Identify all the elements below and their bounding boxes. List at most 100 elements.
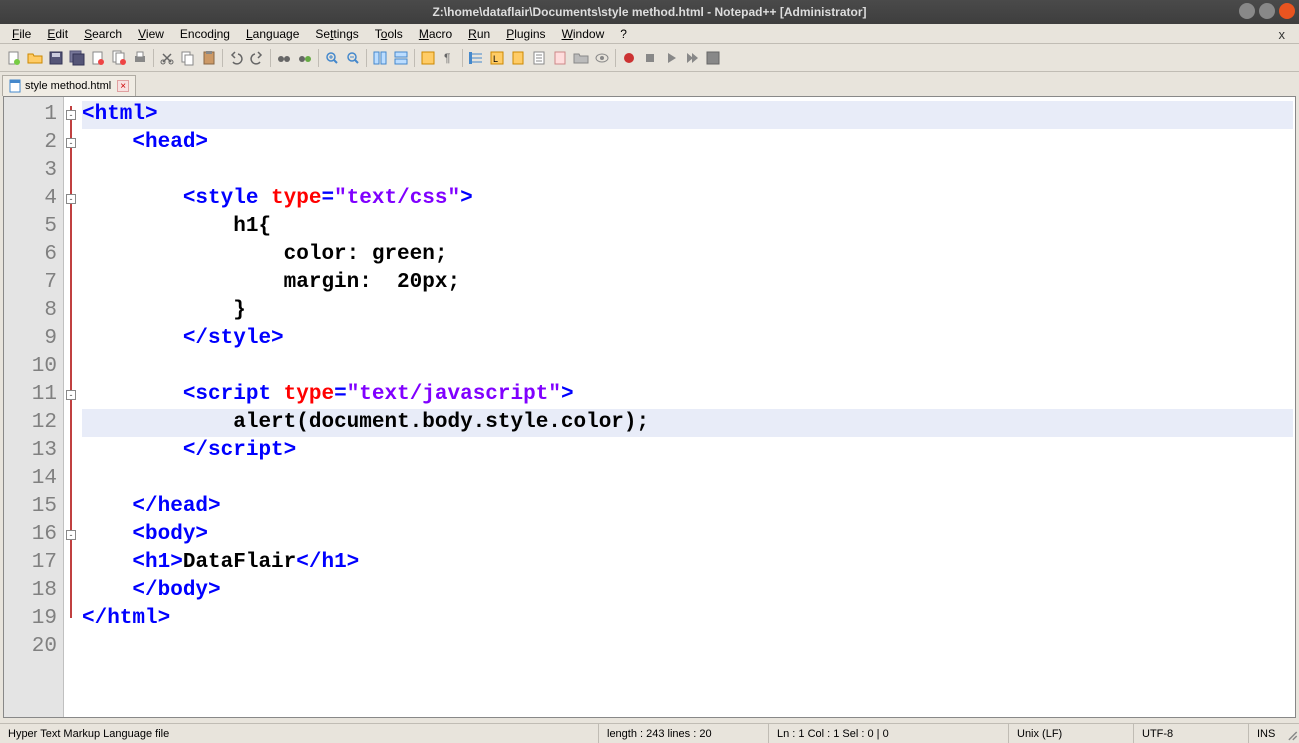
- save-button[interactable]: [46, 48, 66, 68]
- status-length: length : 243 lines : 20: [598, 724, 768, 743]
- doc-list-button[interactable]: [529, 48, 549, 68]
- status-insert-mode: INS: [1248, 724, 1283, 743]
- close-button[interactable]: [1279, 3, 1295, 19]
- svg-text:L: L: [493, 54, 498, 64]
- stop-icon: [642, 50, 658, 66]
- menu-window[interactable]: Window: [554, 25, 613, 43]
- window-controls: [1239, 3, 1295, 19]
- editor[interactable]: 1234567891011121314151617181920 ----- <h…: [3, 96, 1296, 718]
- zoom-out-icon: [345, 50, 361, 66]
- replace-icon: [297, 50, 313, 66]
- scissors-icon: [159, 50, 175, 66]
- window-title: Z:\home\dataflair\Documents\style method…: [0, 5, 1299, 19]
- statusbar: Hyper Text Markup Language file length :…: [0, 723, 1299, 743]
- copy-button[interactable]: [178, 48, 198, 68]
- maximize-button[interactable]: [1259, 3, 1275, 19]
- new-file-button[interactable]: [4, 48, 24, 68]
- sync-h-button[interactable]: [391, 48, 411, 68]
- pilcrow-icon: ¶: [441, 50, 457, 66]
- line-number-gutter: 1234567891011121314151617181920: [4, 97, 64, 717]
- stop-button[interactable]: [640, 48, 660, 68]
- all-chars-button[interactable]: ¶: [439, 48, 459, 68]
- save-macro-icon: [705, 50, 721, 66]
- menu-plugins[interactable]: Plugins: [498, 25, 553, 43]
- indent-icon: [468, 50, 484, 66]
- zoom-in-button[interactable]: [322, 48, 342, 68]
- sync-h-icon: [393, 50, 409, 66]
- new-file-icon: [6, 50, 22, 66]
- menu-settings[interactable]: Settings: [307, 25, 366, 43]
- menu-run[interactable]: Run: [460, 25, 498, 43]
- floppy-multi-icon: [69, 50, 85, 66]
- play-multi-icon: [684, 50, 700, 66]
- menu-tools[interactable]: Tools: [367, 25, 411, 43]
- open-file-button[interactable]: [25, 48, 45, 68]
- binoculars-icon: [276, 50, 292, 66]
- menu-close-x[interactable]: x: [1271, 25, 1294, 44]
- redo-icon: [249, 50, 265, 66]
- floppy-icon: [48, 50, 64, 66]
- menu-edit[interactable]: Edit: [39, 25, 76, 43]
- resize-grip-icon[interactable]: [1283, 726, 1299, 742]
- status-position: Ln : 1 Col : 1 Sel : 0 | 0: [768, 724, 1008, 743]
- svg-text:¶: ¶: [444, 51, 450, 65]
- menu-help[interactable]: ?: [612, 25, 635, 43]
- close-all-button[interactable]: [109, 48, 129, 68]
- menu-macro[interactable]: Macro: [411, 25, 460, 43]
- menu-file[interactable]: File: [4, 25, 39, 43]
- udl-icon: L: [489, 50, 505, 66]
- indent-guide-button[interactable]: [466, 48, 486, 68]
- doc-map-button[interactable]: [508, 48, 528, 68]
- minimize-button[interactable]: [1239, 3, 1255, 19]
- zoom-out-button[interactable]: [343, 48, 363, 68]
- doc-list-icon: [531, 50, 547, 66]
- folder-button[interactable]: [571, 48, 591, 68]
- print-button[interactable]: [130, 48, 150, 68]
- tab-close-button[interactable]: ×: [117, 80, 129, 92]
- folder-icon: [573, 50, 589, 66]
- func-list-button[interactable]: [550, 48, 570, 68]
- paste-icon: [201, 50, 217, 66]
- sync-v-button[interactable]: [370, 48, 390, 68]
- save-macro-button[interactable]: [703, 48, 723, 68]
- status-encoding: UTF-8: [1133, 724, 1248, 743]
- undo-button[interactable]: [226, 48, 246, 68]
- cut-button[interactable]: [157, 48, 177, 68]
- play-multi-button[interactable]: [682, 48, 702, 68]
- wrap-button[interactable]: [418, 48, 438, 68]
- paste-button[interactable]: [199, 48, 219, 68]
- copy-icon: [180, 50, 196, 66]
- record-button[interactable]: [619, 48, 639, 68]
- func-list-icon: [552, 50, 568, 66]
- menu-view[interactable]: View: [130, 25, 172, 43]
- play-button[interactable]: [661, 48, 681, 68]
- save-all-button[interactable]: [67, 48, 87, 68]
- print-icon: [132, 50, 148, 66]
- wrap-icon: [420, 50, 436, 66]
- play-icon: [663, 50, 679, 66]
- menu-encoding[interactable]: Encoding: [172, 25, 238, 43]
- menubar: File Edit Search View Encoding Language …: [0, 24, 1299, 44]
- monitor-button[interactable]: [592, 48, 612, 68]
- tabbar: style method.html ×: [0, 72, 1299, 96]
- udl-button[interactable]: L: [487, 48, 507, 68]
- close-file-button[interactable]: [88, 48, 108, 68]
- fold-column[interactable]: -----: [64, 97, 80, 717]
- menu-language[interactable]: Language: [238, 25, 307, 43]
- file-icon: [9, 79, 21, 93]
- tab-label: style method.html: [25, 80, 111, 92]
- record-icon: [621, 50, 637, 66]
- file-tab[interactable]: style method.html ×: [2, 75, 136, 96]
- code-area[interactable]: <html> <head> <style type="text/css"> h1…: [80, 97, 1295, 717]
- status-eol: Unix (LF): [1008, 724, 1133, 743]
- status-language: Hyper Text Markup Language file: [0, 724, 598, 743]
- menu-search[interactable]: Search: [76, 25, 130, 43]
- open-folder-icon: [27, 50, 43, 66]
- find-button[interactable]: [274, 48, 294, 68]
- zoom-in-icon: [324, 50, 340, 66]
- close-all-icon: [111, 50, 127, 66]
- replace-button[interactable]: [295, 48, 315, 68]
- titlebar: Z:\home\dataflair\Documents\style method…: [0, 0, 1299, 24]
- redo-button[interactable]: [247, 48, 267, 68]
- sync-v-icon: [372, 50, 388, 66]
